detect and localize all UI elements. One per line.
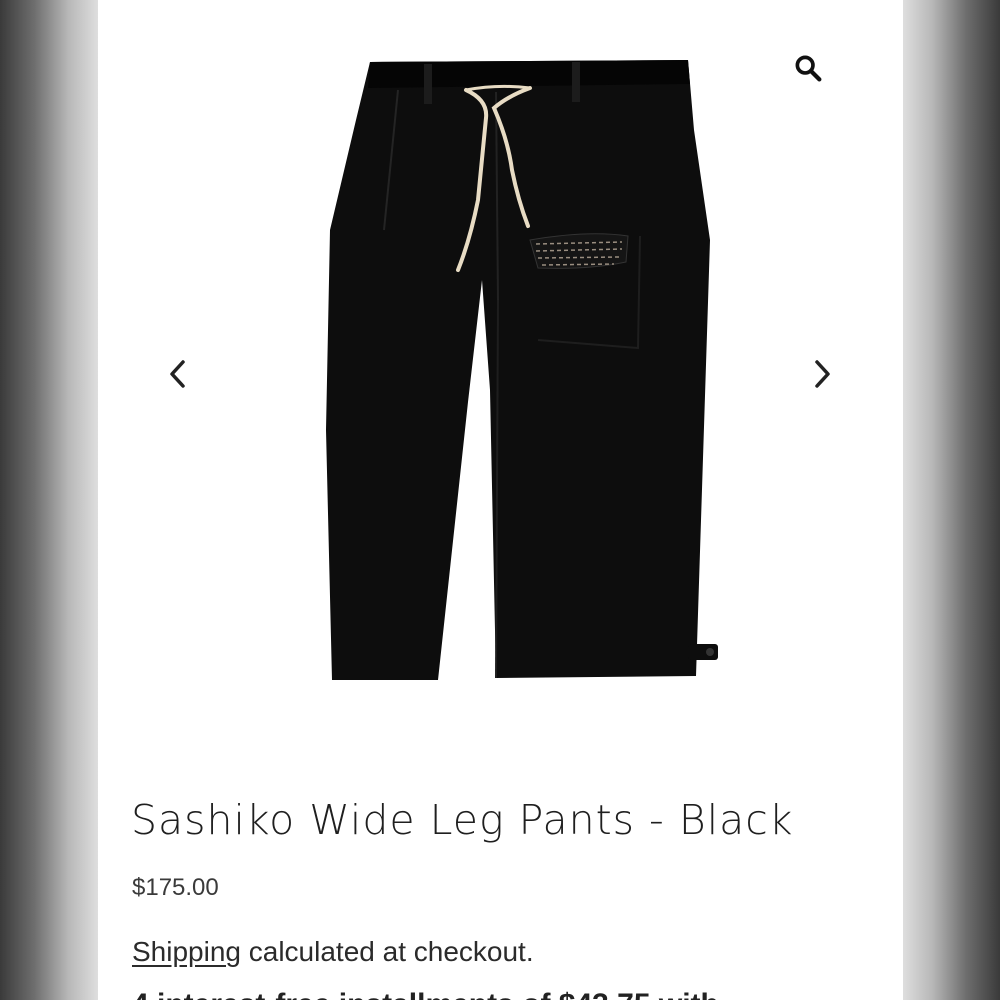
belt-loop [572, 62, 580, 102]
product-title: Sashiko Wide Leg Pants - Black [131, 796, 794, 844]
chevron-right-icon [815, 360, 830, 388]
shipping-note: Shipping calculated at checkout. [132, 936, 534, 968]
chevron-left-icon [170, 360, 185, 388]
ankle-button [706, 648, 714, 656]
previous-image-button[interactable] [158, 354, 198, 394]
belt-loop [424, 64, 432, 104]
installments-note: 4 interest-free installments of $43.75 w… [132, 988, 892, 1000]
right-backdrop [903, 0, 1000, 1000]
waistband [368, 60, 690, 88]
search-icon [795, 55, 822, 82]
product-gallery[interactable] [98, 0, 903, 760]
left-backdrop [0, 0, 98, 1000]
next-image-button[interactable] [802, 354, 842, 394]
shipping-suffix: calculated at checkout. [240, 936, 534, 967]
zoom-button[interactable] [788, 48, 828, 88]
product-price: $175.00 [132, 874, 219, 901]
pants-shape [326, 60, 710, 680]
product-image [326, 60, 718, 680]
product-page: Sashiko Wide Leg Pants - Black $175.00 S… [98, 0, 903, 1000]
shipping-link[interactable]: Shipping [132, 936, 241, 967]
